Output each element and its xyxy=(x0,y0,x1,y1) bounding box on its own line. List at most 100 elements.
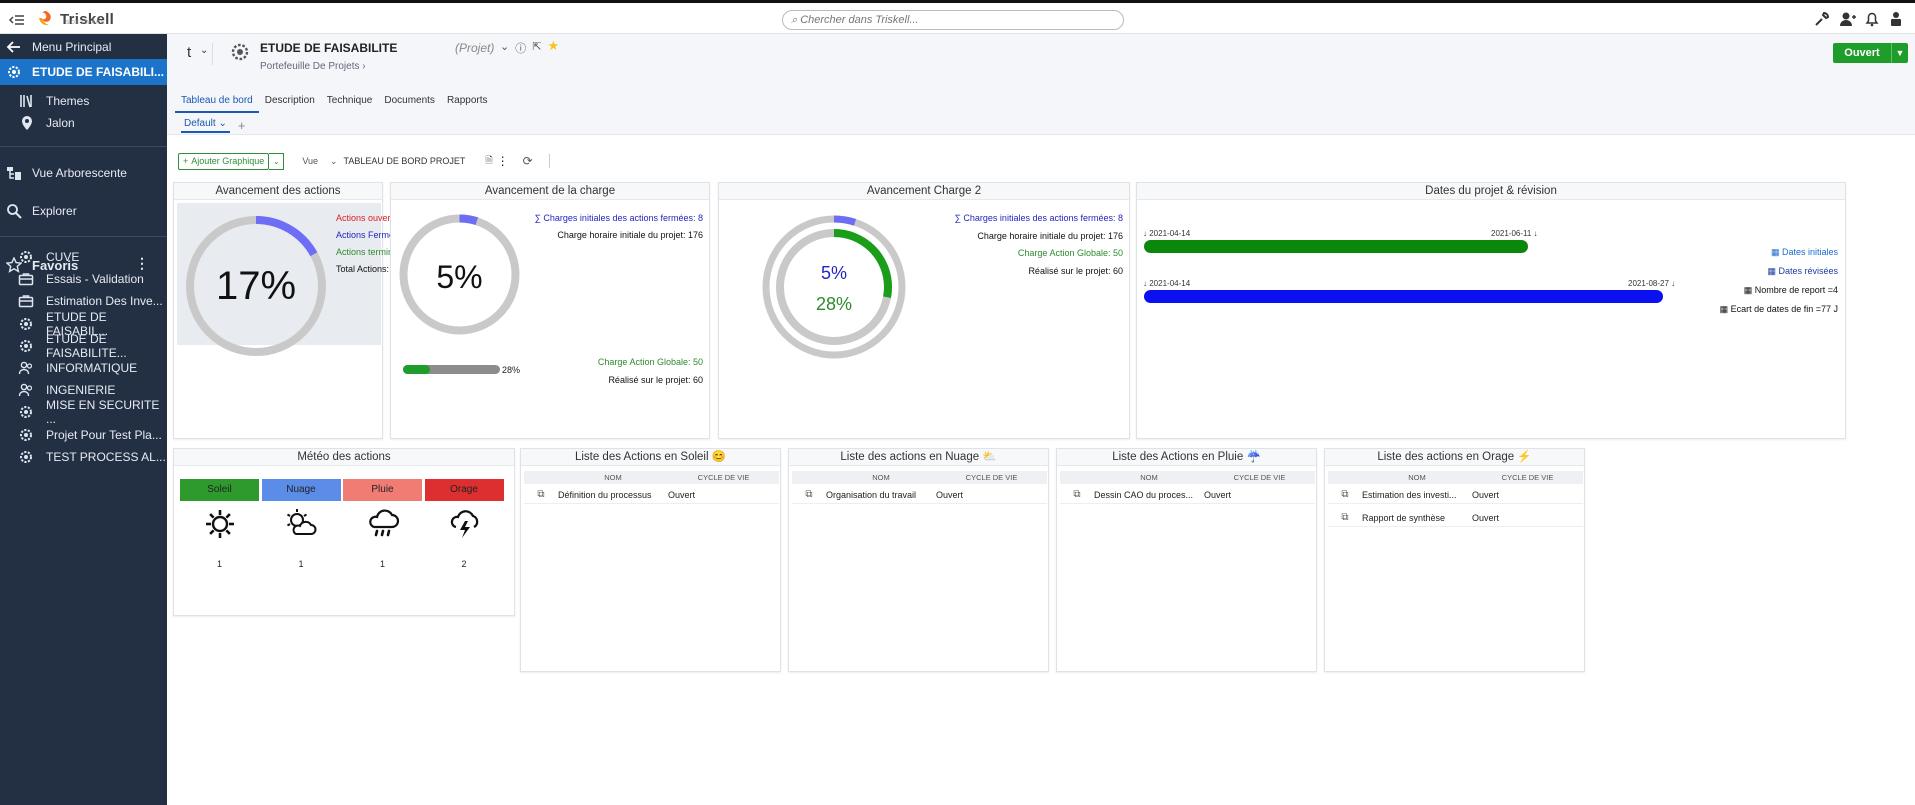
list-row[interactable]: ⧉ Rapport de synthèse Ouvert xyxy=(1328,509,1583,527)
vue-arborescente-label: Vue Arborescente xyxy=(32,166,127,180)
legend-rev-label: Dates révisées xyxy=(1778,266,1838,276)
outer-gauge-track xyxy=(762,215,906,359)
row-cycle: Ouvert xyxy=(936,489,964,500)
open-window-icon[interactable]: ⧉ xyxy=(1328,489,1362,500)
chevron-down-icon[interactable]: ⌄ xyxy=(500,40,509,56)
more-vertical-icon[interactable]: ⋮ xyxy=(497,154,509,168)
open-window-icon[interactable]: ⧉ xyxy=(1328,512,1362,523)
favorite-star-icon[interactable]: ★ xyxy=(547,38,559,56)
meteo-header-orage: Orage xyxy=(424,479,504,501)
panel-title: Liste des Actions en Soleil 😊 xyxy=(521,449,780,466)
collapse-menu-icon[interactable] xyxy=(8,11,26,29)
ecart-dates: ▦ Ecart de dates de fin =77 J xyxy=(1720,304,1838,315)
panel-dates-projet: Dates du projet & révision ↓ 2021-04-14 … xyxy=(1136,182,1846,439)
calendar-icon: ▦ xyxy=(1767,266,1779,276)
search-icon xyxy=(6,203,22,219)
search-input[interactable]: ⌕ Chercher dans Triskell... xyxy=(782,10,1124,30)
sidebar-favori-label: CUVE xyxy=(46,250,80,264)
vue-select[interactable]: TABLEAU DE BORD PROJET xyxy=(344,156,466,166)
briefcase-icon xyxy=(18,271,34,287)
panel-avancement-charge-2: Avancement Charge 2 5% 28% ∑ Charges ini… xyxy=(718,182,1130,439)
tab-technique[interactable]: Technique xyxy=(321,91,379,113)
gauge-inner-value: 5% xyxy=(820,263,847,283)
charge2-sum: ∑ Charges initiales des actions fermées:… xyxy=(954,213,1124,223)
save-icon[interactable]: 🗎 xyxy=(485,153,492,169)
people-icon xyxy=(18,360,34,376)
chevron-down-icon[interactable]: ▼ xyxy=(1892,43,1908,63)
column-nom: NOM xyxy=(1140,473,1158,482)
add-chart-dropdown[interactable]: ⌄ xyxy=(269,152,285,170)
row-cycle: Ouvert xyxy=(1472,489,1500,500)
column-nom: NOM xyxy=(872,473,890,482)
initial-end-value: 2021-06-11 xyxy=(1491,229,1532,238)
sidebar-item-themes-label: Themes xyxy=(46,94,90,108)
panel-title: Météo des actions xyxy=(174,449,514,466)
panel-liste-actions: Liste des actions en Nuage ⛅ NOM CYCLE DE … xyxy=(788,448,1049,672)
calendar-icon: ▦ xyxy=(1743,285,1755,295)
app-logo[interactable]: Triskell xyxy=(36,7,114,31)
panel-title: Liste des actions en Orage ⚡ xyxy=(1325,449,1584,466)
panel-meteo-actions: Météo des actions Soleil 1 Nuage 1 Pluie 1 Ora… xyxy=(173,448,515,616)
breadcrumb[interactable]: Portefeuille De Projets › xyxy=(260,61,366,72)
row-cycle: Ouvert xyxy=(1472,512,1500,523)
chevron-down-icon[interactable]: ⌄ xyxy=(330,156,338,167)
add-chart-button[interactable]: + Ajouter Graphique xyxy=(178,152,270,170)
search-placeholder: Chercher dans Triskell... xyxy=(800,14,919,26)
meteo-count: 1 xyxy=(379,559,385,569)
gear-network-icon xyxy=(18,449,34,465)
row-nom: Définition du processus xyxy=(558,489,652,500)
list-row[interactable]: ⧉ Dessin CAO du proces... Ouvert xyxy=(1060,486,1315,504)
project-gear-icon xyxy=(229,41,251,63)
panel-liste-actions: Liste des Actions en Soleil 😊 NOM CYCLE DE… xyxy=(520,448,781,672)
sidebar-item-current[interactable]: ETUDE DE FAISABILI... xyxy=(0,59,167,85)
open-window-icon[interactable]: ⧉ xyxy=(792,489,826,500)
explorer-label: Explorer xyxy=(32,204,77,218)
list-row[interactable]: ⧉ Organisation du travail Ouvert xyxy=(792,486,1047,504)
back-button[interactable]: t ⌄ xyxy=(179,43,213,65)
sidebar-item-vue-arborescente[interactable]: Vue Arborescente xyxy=(0,160,167,186)
column-nom: NOM xyxy=(604,473,622,482)
row-nom: Estimation des investi... xyxy=(1362,489,1457,500)
sidebar-item-jalon-label: Jalon xyxy=(46,116,75,130)
charge2-globale: Charge Action Globale: 50 xyxy=(1017,248,1123,258)
sidebar-item-jalon[interactable]: Jalon xyxy=(0,110,167,136)
logo-tagline: SOFTWARE xyxy=(66,20,107,26)
external-link-icon[interactable]: ⇱ xyxy=(532,40,541,56)
list-row[interactable]: ⧉ Définition du processus Ouvert xyxy=(524,486,779,504)
tab-documents[interactable]: Documents xyxy=(378,91,441,113)
open-window-icon[interactable]: ⧉ xyxy=(1060,489,1094,500)
row-cycle: Ouvert xyxy=(1204,489,1232,500)
user-lock-icon[interactable] xyxy=(1889,11,1905,27)
column-cycle-de-vie: CYCLE DE VIE xyxy=(965,473,1018,482)
menu-principal-link[interactable]: Menu Principal xyxy=(0,34,167,60)
tab-rapports[interactable]: Rapports xyxy=(441,91,494,113)
add-tab-icon[interactable]: + xyxy=(238,118,246,133)
nombre-report: ▦ Nombre de report =4 xyxy=(1744,285,1838,296)
page-title: ETUDE DE FAISABILITE xyxy=(260,41,398,55)
top-right-icons xyxy=(1814,11,1905,27)
bell-icon[interactable] xyxy=(1864,11,1880,27)
dashboard-toolbar: + Ajouter Graphique ⌄ Vue ⌄ TABLEAU DE BO… xyxy=(178,152,550,170)
calendar-icon: ▦ xyxy=(1770,247,1782,257)
open-window-icon[interactable]: ⧉ xyxy=(524,489,558,500)
users-icon[interactable] xyxy=(1839,11,1856,27)
subtab-default[interactable]: Default ⌄ xyxy=(181,118,230,133)
chevron-right-icon: › xyxy=(362,61,366,72)
breadcrumb-link[interactable]: Portefeuille De Projets xyxy=(260,61,360,72)
object-type-label: (Projet) xyxy=(455,41,495,55)
status-button[interactable]: Ouvert ▼ xyxy=(1833,43,1908,63)
column-cycle-de-vie: CYCLE DE VIE xyxy=(697,473,750,482)
tab-tableau-de-bord[interactable]: Tableau de bord xyxy=(175,91,259,113)
arrow-left-icon xyxy=(6,39,22,55)
sidebar-item-explorer[interactable]: Explorer xyxy=(0,198,167,224)
refresh-icon[interactable]: ⟳ xyxy=(523,154,533,168)
sidebar-favori-item[interactable]: TEST PROCESS AL... xyxy=(0,444,167,470)
tab-description[interactable]: Description xyxy=(259,91,321,113)
list-row[interactable]: ⧉ Estimation des investi... Ouvert xyxy=(1328,486,1583,504)
info-icon[interactable]: ⓘ xyxy=(515,40,526,56)
sidebar-divider xyxy=(0,146,167,147)
briefcase-icon xyxy=(18,293,34,309)
gauge-outer-value: 28% xyxy=(815,294,853,314)
actions-total: Total Actions: 6 xyxy=(336,264,397,274)
wrench-icon[interactable] xyxy=(1814,11,1830,27)
